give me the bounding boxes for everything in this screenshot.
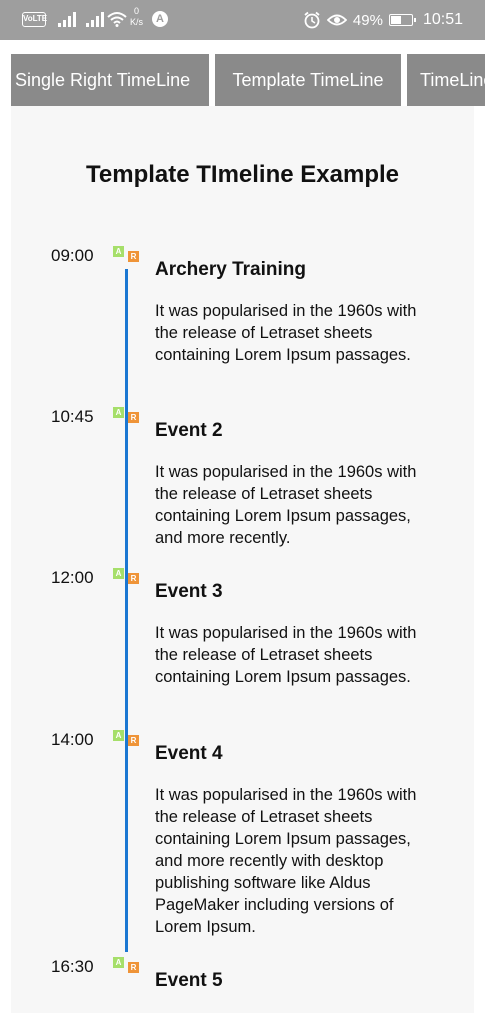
- notification-badge-icon: A: [152, 11, 168, 27]
- battery-percent: 49%: [352, 11, 383, 29]
- net-speed-value: 0: [134, 6, 140, 16]
- event-title: Event 2: [155, 420, 223, 441]
- event-title: Event 5: [155, 970, 223, 991]
- event-description: It was popularised in the 1960s with the…: [155, 302, 417, 364]
- net-speed: 0 K/s: [130, 6, 143, 28]
- timeline-line: [125, 269, 128, 952]
- event-green-icon: A: [113, 246, 124, 257]
- status-bar: VoLTE 0 K/s A 49% 10:51: [0, 0, 485, 40]
- event-green-icon: A: [113, 957, 124, 968]
- tab-single-right-timeline[interactable]: Single Right TimeLine: [11, 54, 209, 106]
- bottom-edge: [0, 1013, 485, 1024]
- event-orange-icon: R: [128, 412, 139, 423]
- tab-bar: Single Right TimeLine Template TimeLine …: [0, 52, 485, 106]
- eye-icon: [326, 14, 347, 26]
- event-time: 09:00: [51, 246, 94, 265]
- alarm-icon: [304, 11, 320, 29]
- event-orange-icon: R: [128, 251, 139, 262]
- event-description: It was popularised in the 1960s with the…: [155, 786, 417, 936]
- event-description: It was popularised in the 1960s with the…: [155, 624, 417, 686]
- volte-icon: VoLTE: [22, 12, 47, 27]
- wifi-icon: [107, 12, 127, 27]
- event-description: It was popularised in the 1960s with the…: [155, 463, 417, 547]
- status-right-icons: 49% 10:51: [303, 10, 463, 30]
- event-green-icon: A: [113, 730, 124, 741]
- status-time: 10:51: [422, 11, 463, 28]
- event-time: 12:00: [51, 568, 94, 587]
- event-title: Event 3: [155, 581, 223, 602]
- tab-timeline[interactable]: TimeLine: [407, 54, 485, 106]
- signal-icon: [58, 12, 76, 27]
- signal-icon: [86, 12, 104, 27]
- event-title: Event 4: [155, 743, 223, 764]
- battery-icon: [388, 14, 416, 26]
- net-speed-unit: K/s: [130, 17, 144, 27]
- event-title: Archery Training: [155, 259, 306, 280]
- event-time: 14:00: [51, 730, 94, 749]
- event-orange-icon: R: [128, 573, 139, 584]
- event-orange-icon: R: [128, 962, 139, 973]
- event-green-icon: A: [113, 568, 124, 579]
- page-title: Template TImeline Example: [86, 161, 399, 188]
- event-time: 10:45: [51, 407, 94, 426]
- event-time: 16:30: [51, 957, 94, 976]
- event-orange-icon: R: [128, 735, 139, 746]
- tab-template-timeline[interactable]: Template TimeLine: [215, 54, 401, 106]
- event-green-icon: A: [113, 407, 124, 418]
- timeline-content: Template TImeline Example 09:00 A R Arch…: [11, 106, 474, 1013]
